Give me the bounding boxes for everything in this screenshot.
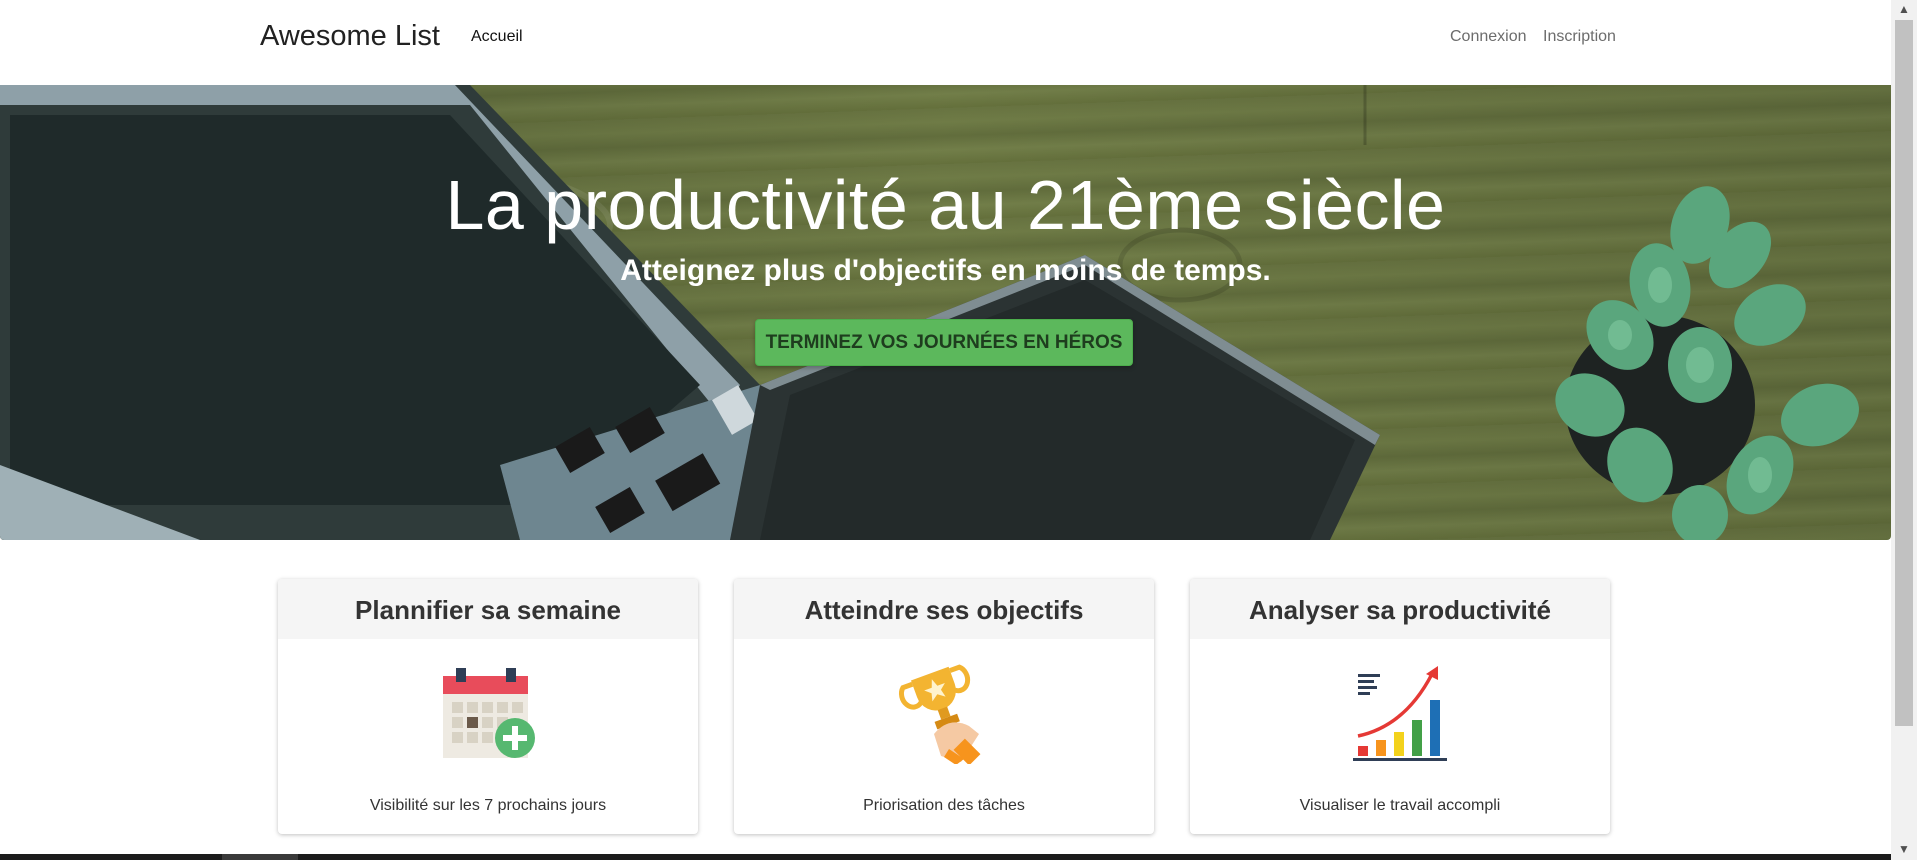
calendar-add-icon xyxy=(443,668,535,758)
scrollbar-thumb[interactable] xyxy=(1895,20,1913,726)
taskbar-item[interactable] xyxy=(222,854,298,860)
hero-cta-button[interactable]: TERMINEZ VOS JOURNÉES EN HÉROS xyxy=(755,319,1133,366)
nav-link-signup[interactable]: Inscription xyxy=(1543,27,1616,47)
feature-card-title: Atteindre ses objectifs xyxy=(734,579,1154,639)
nav-link-login[interactable]: Connexion xyxy=(1450,27,1527,47)
feature-card-text: Visualiser le travail accompli xyxy=(1299,797,1501,814)
scroll-down-arrow-icon[interactable]: ▼ xyxy=(1891,840,1917,858)
growth-chart-icon xyxy=(1353,666,1447,761)
scroll-up-arrow-icon[interactable]: ▲ xyxy=(1891,0,1917,18)
brand-logo[interactable]: Awesome List xyxy=(260,16,440,56)
hero-banner: La productivité au 21ème siècle Atteigne… xyxy=(0,85,1891,540)
feature-card-title: Plannifier sa semaine xyxy=(278,579,698,639)
feature-card-text: Visibilité sur les 7 prochains jours xyxy=(369,797,607,814)
taskbar xyxy=(0,854,1891,860)
feature-card-goals: Atteindre ses objectifs Priorisation des… xyxy=(734,579,1154,834)
vertical-scrollbar[interactable]: ▲ ▼ xyxy=(1891,0,1917,860)
hero-title: La productivité au 21ème siècle xyxy=(445,166,1446,244)
feature-card-title: Analyser sa productivité xyxy=(1190,579,1610,639)
nav-link-home[interactable]: Accueil xyxy=(471,27,523,47)
navbar: Awesome List Accueil Connexion Inscripti… xyxy=(0,0,1891,85)
trophy-icon xyxy=(899,664,981,764)
feature-card-plan: Plannifier sa semaine Visibilité sur les… xyxy=(278,579,698,834)
feature-card-text: Priorisation des tâches xyxy=(863,797,1025,814)
hero-desk-image xyxy=(0,85,1859,540)
hero-subtitle: Atteignez plus d'objectifs en moins de t… xyxy=(620,254,1271,287)
feature-card-analytics: Analyser sa productivité Visualiser le t… xyxy=(1190,579,1610,834)
